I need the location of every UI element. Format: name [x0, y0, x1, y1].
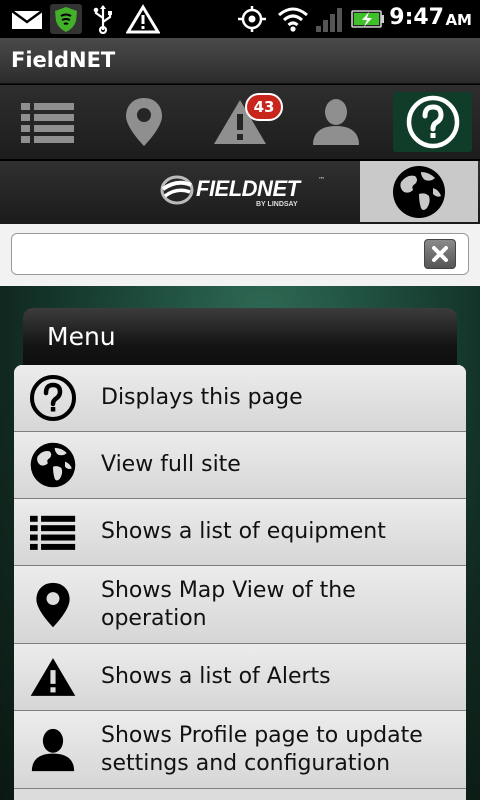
- menu-item-full-site[interactable]: View full site: [14, 432, 466, 499]
- menu-item-alerts[interactable]: Shows a list of Alerts: [14, 644, 466, 711]
- map-pin-icon: [126, 98, 162, 146]
- menu-item-label: Shows a list of equipment: [101, 519, 386, 544]
- search-bar: [0, 224, 480, 286]
- full-site-button[interactable]: [360, 161, 478, 222]
- profile-button[interactable]: [288, 85, 384, 159]
- globe-icon: [28, 440, 78, 490]
- close-icon: [432, 246, 448, 262]
- menu-item-label: View full site: [101, 452, 241, 477]
- menu-item-label: Displays this page: [101, 385, 303, 410]
- fieldnet-logo: FIELDNET ™ BY LINDSAY: [160, 173, 340, 213]
- alert-icon: [28, 652, 78, 702]
- menu-list: Displays this page View full site Shows …: [14, 365, 466, 800]
- battery-charging-icon: [351, 10, 384, 28]
- menu-title: Menu: [47, 322, 116, 351]
- signal-icon: [316, 8, 342, 32]
- menu-item-profile[interactable]: Shows Profile page to update settings an…: [14, 711, 466, 789]
- logo-subtitle: BY LINDSAY: [256, 201, 298, 208]
- app-title-bar: FieldNET: [0, 38, 480, 84]
- profile-icon: [313, 99, 359, 145]
- map-pin-icon: [28, 580, 78, 630]
- logo-bar: FIELDNET ™ BY LINDSAY: [0, 161, 480, 224]
- menu-item-help[interactable]: Displays this page: [14, 365, 466, 432]
- menu-item-equipment[interactable]: Shows a list of equipment: [14, 499, 466, 566]
- fieldnet-swoosh-icon: [160, 175, 194, 205]
- gps-icon: [238, 6, 266, 32]
- globe-icon: [393, 165, 445, 218]
- menu-item-label: Shows a list of Alerts: [101, 664, 331, 689]
- clock-time: 9:47: [389, 5, 444, 30]
- menu-header: Menu: [23, 308, 457, 370]
- help-icon: [28, 373, 78, 423]
- search-input[interactable]: [11, 233, 469, 275]
- mail-icon: [11, 9, 43, 29]
- clock-ampm: AM: [445, 11, 472, 29]
- list-icon: [28, 507, 78, 557]
- logo-wordmark: FIELDNET: [196, 176, 300, 201]
- clear-search-button[interactable]: [424, 239, 456, 269]
- shield-icon: [50, 4, 82, 34]
- app-title: FieldNET: [11, 48, 116, 72]
- main-toolbar: [0, 85, 480, 160]
- content-area: Menu Displays this page View full site S…: [0, 286, 480, 800]
- menu-item-label: Shows Map View of the operation: [101, 577, 356, 631]
- usb-icon: [93, 5, 112, 34]
- menu-item-map-view[interactable]: Shows Map View of the operation: [14, 566, 466, 644]
- alert-count-badge: 43: [245, 93, 283, 121]
- help-button[interactable]: [393, 92, 472, 152]
- status-bar: 9:47 AM: [0, 0, 480, 38]
- equipment-list-button[interactable]: [0, 85, 96, 159]
- list-icon: [21, 103, 74, 143]
- logo-trademark: ™: [318, 176, 325, 184]
- map-view-button[interactable]: [96, 85, 192, 159]
- profile-icon: [28, 725, 78, 775]
- menu-item-label: Shows Profile page to update settings an…: [101, 722, 423, 776]
- wifi-icon: [278, 7, 308, 32]
- help-icon: [406, 95, 459, 149]
- warning-icon: [126, 4, 160, 34]
